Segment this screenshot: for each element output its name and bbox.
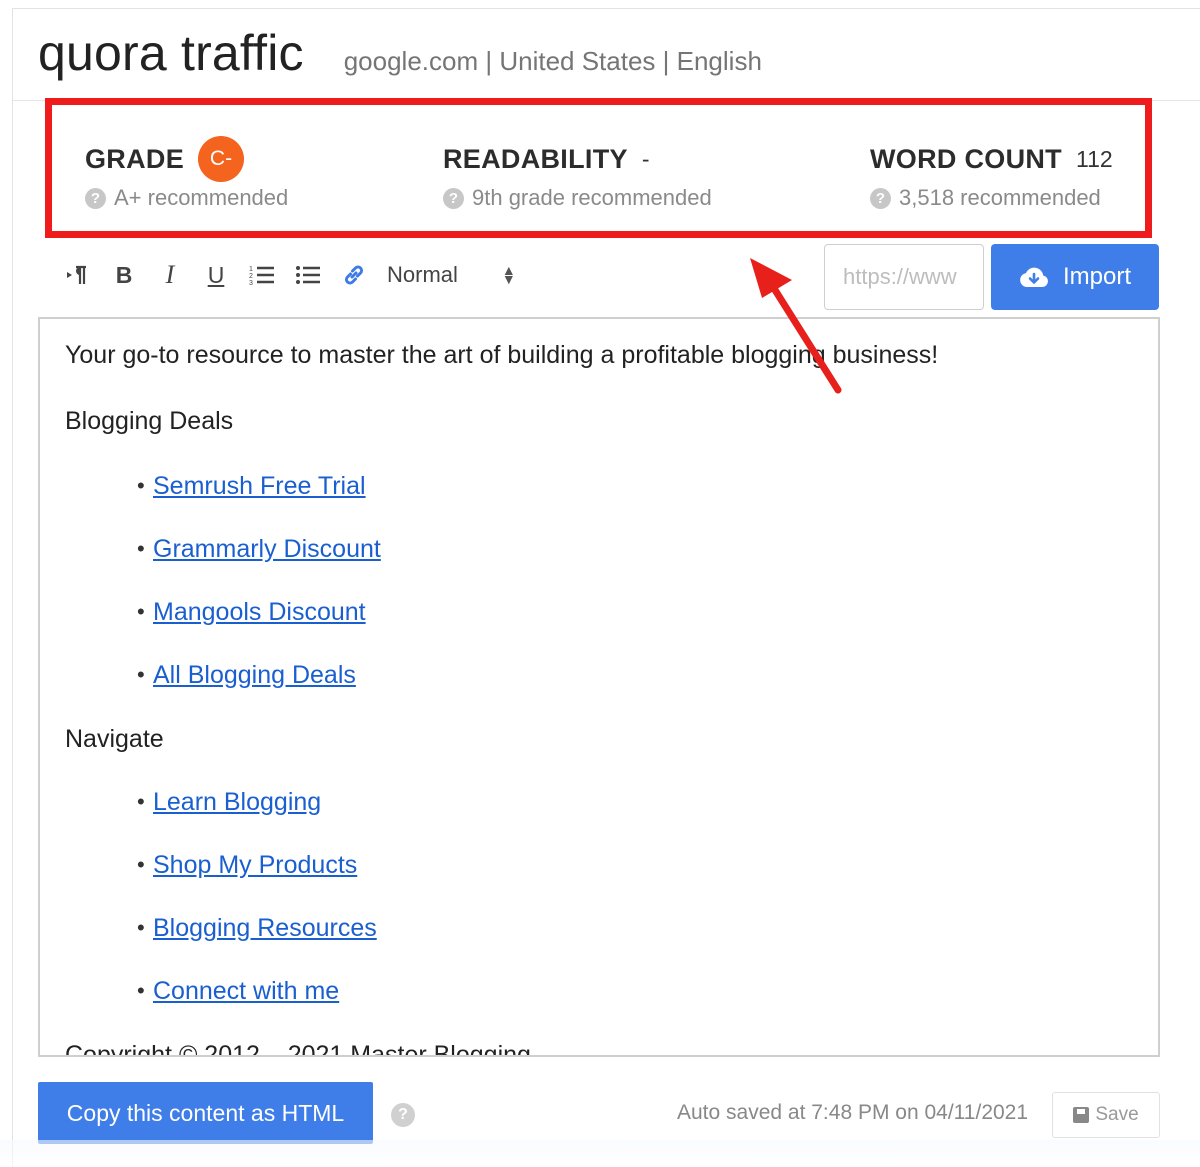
bold-button[interactable]: B <box>101 255 147 295</box>
list-item: • Semrush Free Trial <box>65 469 1145 532</box>
metrics-panel-highlight: GRADE C- ? A+ recommended READABILITY - … <box>45 98 1152 238</box>
svg-text:2: 2 <box>249 273 253 280</box>
readability-recommendation: 9th grade recommended <box>472 185 712 210</box>
link[interactable]: Mangools Discount <box>153 595 366 658</box>
grade-metric: GRADE C- ? A+ recommended <box>85 136 289 211</box>
section-heading: Blogging Deals <box>65 407 234 435</box>
document-header: quora traffic google.com | United States… <box>38 24 762 88</box>
link[interactable]: Grammarly Discount <box>153 532 381 595</box>
italic-button[interactable]: I <box>147 255 193 295</box>
grade-badge: C- <box>198 136 245 182</box>
word-count-metric: WORD COUNT 112 ? 3,518 recommended <box>870 137 1113 211</box>
help-icon[interactable]: ? <box>870 187 891 209</box>
import-label: Import <box>1062 263 1131 290</box>
editor-intro: Your go-to resource to master the art of… <box>65 341 939 369</box>
list-item: • All Blogging Deals <box>65 658 1145 721</box>
import-url-input[interactable] <box>824 244 984 310</box>
paragraph-direction-icon[interactable] <box>55 255 101 295</box>
section-heading: Navigate <box>65 725 164 753</box>
help-icon[interactable]: ? <box>391 1103 415 1127</box>
search-context: google.com | United States | English <box>343 46 762 76</box>
link[interactable]: Learn Blogging <box>153 785 321 848</box>
svg-text:3: 3 <box>249 280 253 286</box>
help-icon[interactable]: ? <box>85 187 106 209</box>
readability-label: READABILITY <box>443 143 628 174</box>
floppy-disk-icon <box>1073 1107 1090 1123</box>
word-count-value: 112 <box>1075 145 1113 172</box>
save-label: Save <box>1095 1104 1139 1125</box>
readability-metric: READABILITY - ? 9th grade recommended <box>443 137 712 211</box>
list-item: • Blogging Resources <box>65 911 1145 974</box>
svg-text:1: 1 <box>249 266 253 273</box>
underline-button[interactable]: U <box>193 255 239 295</box>
import-button[interactable]: Import <box>991 244 1159 310</box>
editor-toolbar: B I U 123 Normal ▲ ▼ <box>55 250 516 300</box>
cloud-download-icon <box>1020 267 1048 287</box>
autosave-status: Auto saved at 7:48 PM on 04/11/2021 <box>677 1101 1029 1124</box>
list-item: • Shop My Products <box>65 848 1145 911</box>
help-icon[interactable]: ? <box>443 187 464 209</box>
save-button[interactable]: Save <box>1052 1092 1160 1138</box>
format-select[interactable]: Normal ▲ ▼ <box>387 262 516 288</box>
select-arrows-icon: ▲ ▼ <box>501 262 516 287</box>
grade-recommendation: A+ recommended <box>114 185 289 210</box>
list-item: • Mangools Discount <box>65 595 1145 658</box>
list-item: • Connect with me <box>65 974 1145 1037</box>
page-title: quora traffic <box>38 25 304 81</box>
editor-footer-text: Copyright © 2012 – 2021 Master Blogging <box>65 1041 531 1057</box>
ordered-list-icon[interactable]: 123 <box>239 255 285 295</box>
content-editor[interactable]: Your go-to resource to master the art of… <box>38 317 1160 1057</box>
word-count-recommendation: 3,518 recommended <box>899 185 1101 210</box>
format-select-value: Normal <box>387 262 458 287</box>
link[interactable]: Connect with me <box>153 974 339 1037</box>
bottom-fade <box>0 1140 1200 1167</box>
word-count-label: WORD COUNT <box>870 143 1062 174</box>
grade-label: GRADE <box>85 143 185 174</box>
readability-value: - <box>641 145 650 172</box>
list-item: • Learn Blogging <box>65 785 1145 848</box>
copy-html-button[interactable]: Copy this content as HTML <box>38 1082 373 1144</box>
link[interactable]: Semrush Free Trial <box>153 469 366 532</box>
link[interactable]: All Blogging Deals <box>153 658 356 721</box>
list-item: • Grammarly Discount <box>65 532 1145 595</box>
bullet-list-icon[interactable] <box>285 255 331 295</box>
link[interactable]: Blogging Resources <box>153 911 377 974</box>
link[interactable]: Shop My Products <box>153 848 357 911</box>
link-icon[interactable] <box>331 255 377 295</box>
